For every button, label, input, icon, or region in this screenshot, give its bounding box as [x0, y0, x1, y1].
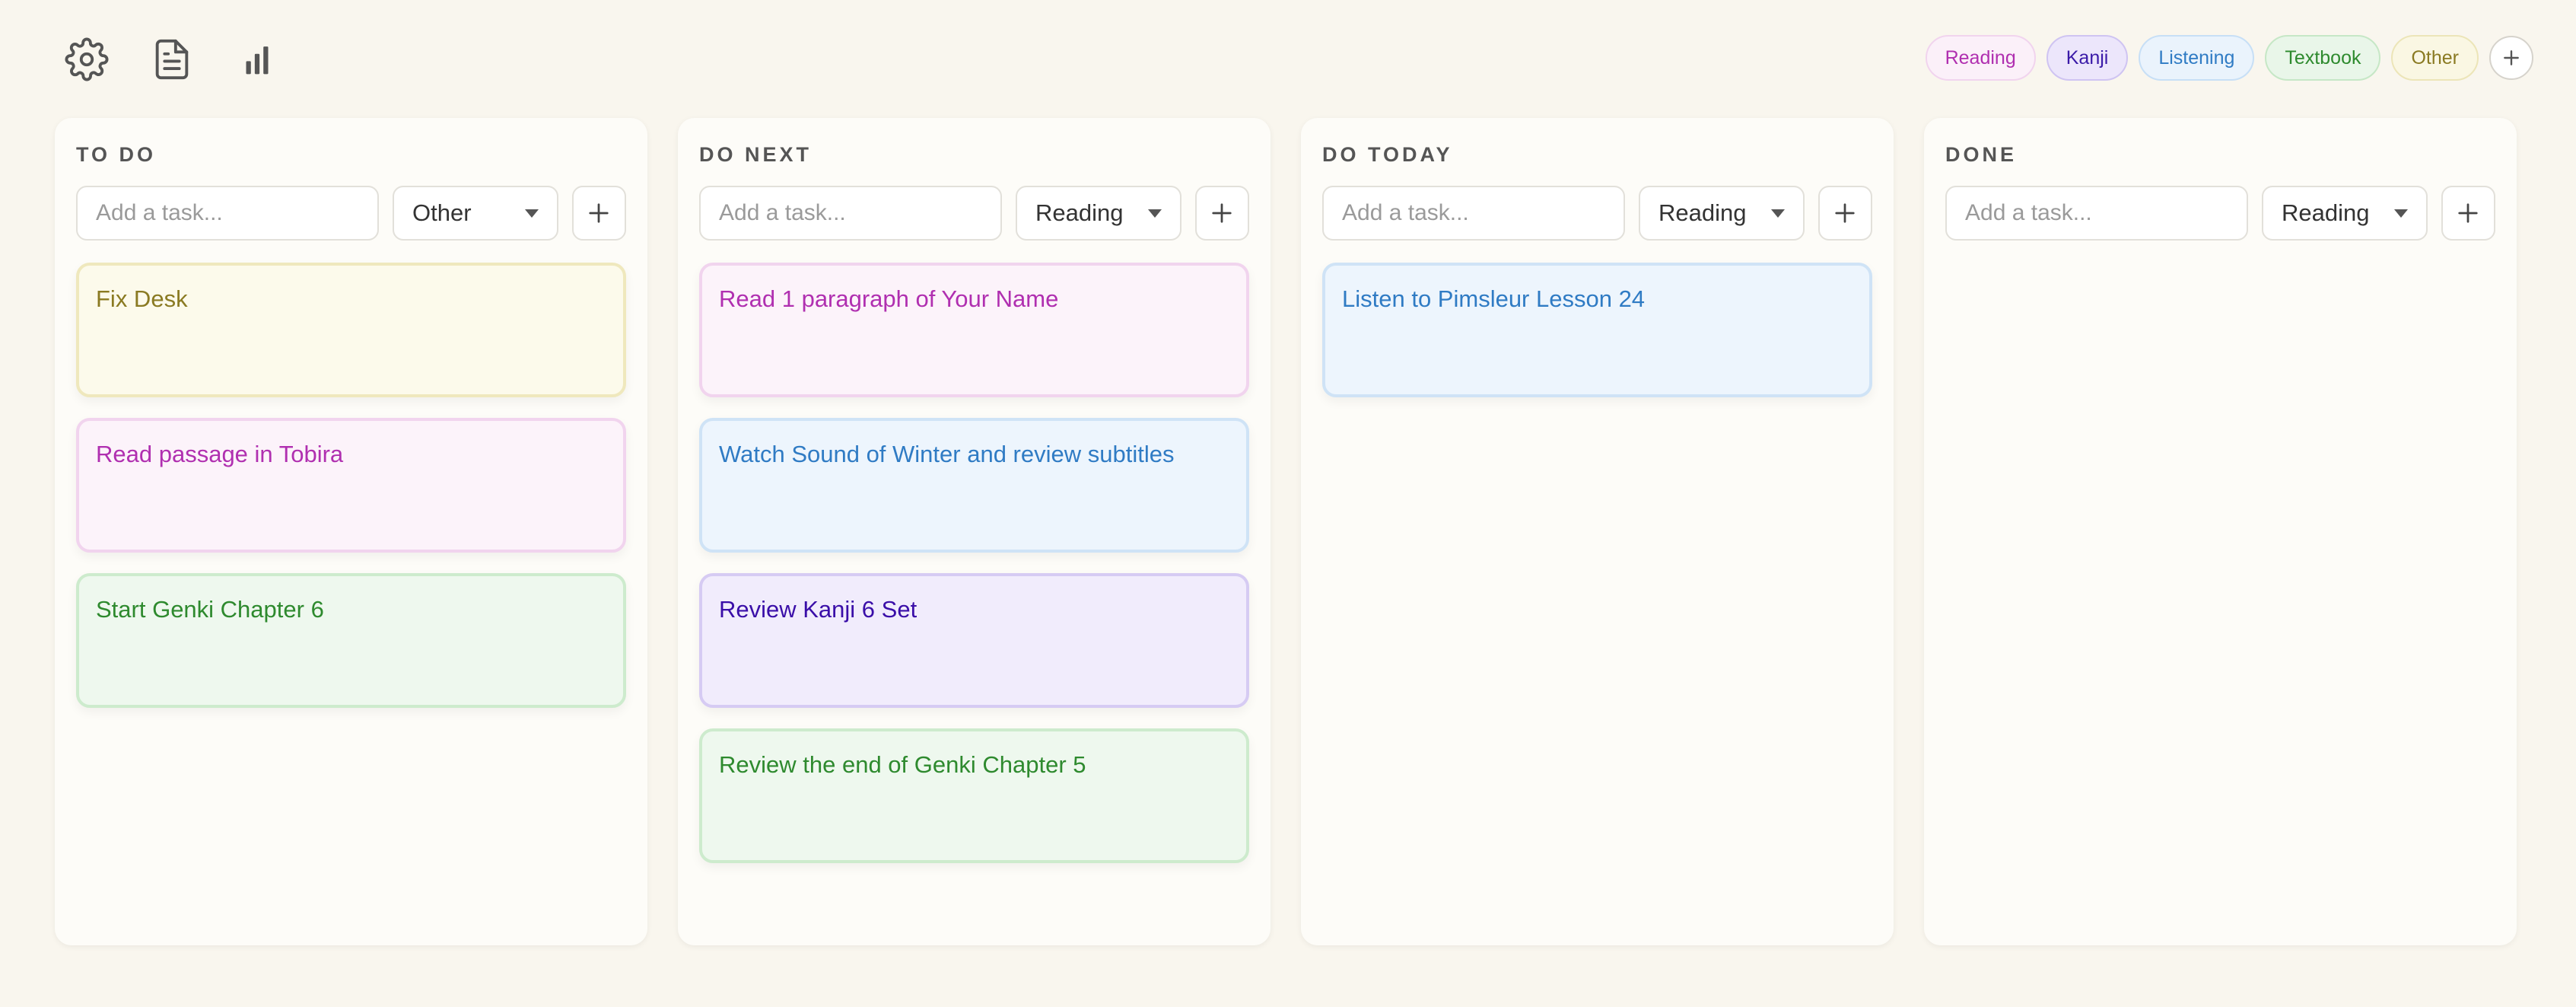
column-do-today: DO TODAY Reading Listen to Pimsleur Lesson… [1301, 118, 1894, 945]
category-select-value: Reading [1035, 199, 1124, 226]
add-task-button[interactable] [1818, 186, 1872, 241]
document-icon[interactable] [149, 37, 195, 82]
column-title: TO DO [76, 143, 157, 166]
plus-icon [589, 203, 609, 223]
board-columns: TO DO Other Fix Desk Read passage in Tobira… [55, 118, 2517, 945]
plus-icon [2504, 50, 2519, 65]
caret-down-icon [2393, 209, 2408, 218]
tag-chip-other[interactable]: Other [2391, 35, 2479, 81]
category-select[interactable]: Reading [1639, 186, 1805, 241]
category-select-value: Reading [2282, 199, 2370, 226]
add-task-button[interactable] [1194, 186, 1249, 241]
caret-down-icon [1770, 209, 1785, 218]
plus-icon [1212, 203, 1232, 223]
column-title: DO NEXT [699, 143, 813, 166]
tag-chip-kanji[interactable]: Kanji [2046, 35, 2129, 81]
category-tag-bar: Reading Kanji Listening Textbook Other [1925, 35, 2533, 81]
add-task-row: Reading [1322, 186, 1872, 241]
add-task-button[interactable] [2441, 186, 2495, 241]
task-card[interactable]: Review Kanji 6 Set [699, 573, 1249, 708]
tag-chip-listening[interactable]: Listening [2139, 35, 2255, 81]
task-card[interactable]: Read 1 paragraph of Your Name [699, 263, 1249, 397]
tag-chip-reading[interactable]: Reading [1925, 35, 2036, 81]
task-card[interactable]: Review the end of Genki Chapter 5 [699, 728, 1249, 863]
task-card-list: Listen to Pimsleur Lesson 24 [1322, 263, 1872, 397]
category-select[interactable]: Reading [1016, 186, 1181, 241]
task-input[interactable] [76, 186, 379, 241]
add-task-row: Reading [699, 186, 1249, 241]
task-input[interactable] [699, 186, 1002, 241]
task-card[interactable]: Fix Desk [76, 263, 626, 397]
task-card[interactable]: Start Genki Chapter 6 [76, 573, 626, 708]
category-select-value: Reading [1658, 199, 1747, 226]
tag-chip-textbook[interactable]: Textbook [2265, 35, 2381, 81]
task-card[interactable]: Read passage in Tobira [76, 418, 626, 553]
category-select[interactable]: Reading [2262, 186, 2428, 241]
bar-chart-icon[interactable] [234, 37, 280, 82]
task-card[interactable]: Listen to Pimsleur Lesson 24 [1322, 263, 1872, 397]
category-select[interactable]: Other [393, 186, 558, 241]
plus-icon [1835, 203, 1855, 223]
kanban-board: Reading Kanji Listening Textbook Other TO DO… [0, 0, 2576, 1007]
task-card-list: Fix Desk Read passage in Tobira Start Genk… [76, 263, 626, 708]
task-input[interactable] [1322, 186, 1625, 241]
caret-down-icon [524, 209, 539, 218]
column-title: DO TODAY [1322, 143, 1453, 166]
column-title: DONE [1945, 143, 2018, 166]
column-do-next: DO NEXT Reading Read 1 paragraph of Your N… [678, 118, 1271, 945]
caret-down-icon [1147, 209, 1162, 218]
plus-icon [2458, 203, 2478, 223]
task-card-list: Read 1 paragraph of Your Name Watch Sound… [699, 263, 1249, 863]
column-done: DONE Reading [1924, 118, 2517, 945]
add-category-button[interactable] [2489, 36, 2533, 80]
toolbar [64, 37, 280, 82]
add-task-row: Reading [1945, 186, 2495, 241]
add-task-row: Other [76, 186, 626, 241]
column-to-do: TO DO Other Fix Desk Read passage in Tobira… [55, 118, 647, 945]
settings-icon[interactable] [64, 37, 110, 82]
task-input[interactable] [1945, 186, 2248, 241]
add-task-button[interactable] [571, 186, 626, 241]
task-card[interactable]: Watch Sound of Winter and review subtitl… [699, 418, 1249, 553]
category-select-value: Other [412, 199, 472, 226]
